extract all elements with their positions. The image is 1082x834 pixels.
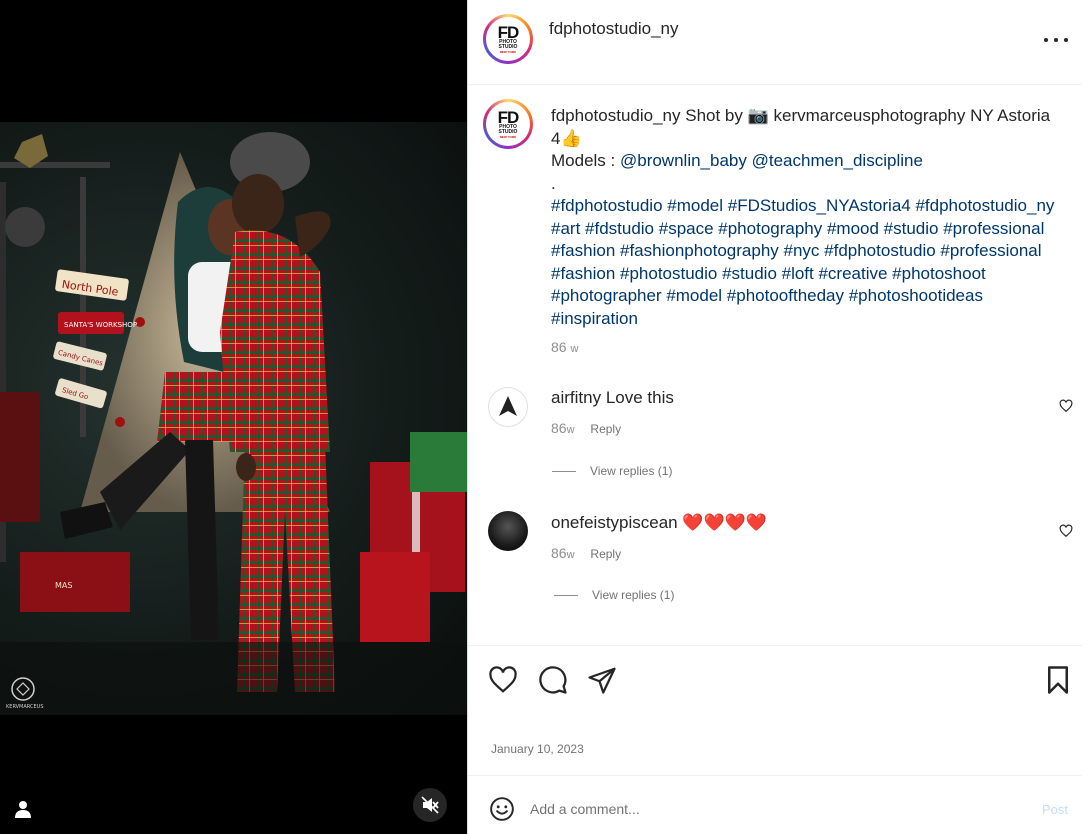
reply-button[interactable]: Reply <box>590 422 621 436</box>
add-comment-bar: Post <box>468 775 1082 834</box>
models-label: Models : <box>551 151 616 170</box>
comment-bubble-icon[interactable] <box>538 665 568 695</box>
comments-list[interactable]: FD PHOTO STUDIO NEW YORK fdphotostudio_n… <box>468 86 1082 644</box>
comment-text: airfitny Love this <box>551 387 674 409</box>
caption-shot-by: Shot by <box>685 106 743 125</box>
comment-body: ❤️❤️❤️❤️ <box>682 513 768 532</box>
photo-watermark: KERVMARCEUS <box>6 704 44 710</box>
view-replies-button[interactable]: View replies (1) <box>552 464 672 478</box>
bookmark-icon[interactable] <box>1043 665 1073 695</box>
more-dot-icon <box>1054 38 1058 42</box>
photo-illustration: North Pole SANTA'S WORKSHOP Candy Canes … <box>0 132 467 715</box>
comment-time-num: 86 <box>551 420 567 436</box>
paper-plane-icon[interactable] <box>587 665 617 695</box>
post-modal: North Pole SANTA'S WORKSHOP Candy Canes … <box>0 0 1082 834</box>
author-avatar[interactable]: FD PHOTO STUDIO NEW YORK <box>483 14 533 64</box>
comment-like-heart-icon[interactable] <box>1059 524 1073 538</box>
more-dot-icon <box>1044 38 1048 42</box>
comment-username[interactable]: onefeistypiscean <box>551 513 678 532</box>
speaker-muted-icon <box>421 796 439 814</box>
tagged-users-icon[interactable] <box>12 798 34 820</box>
post-actions: January 10, 2023 <box>468 645 1082 775</box>
audio-muted-button[interactable] <box>413 788 447 822</box>
view-replies-button[interactable]: View replies (1) <box>554 588 674 602</box>
emoji-icon[interactable] <box>489 796 515 822</box>
logo-main: FD <box>497 107 520 127</box>
more-options-button[interactable] <box>1044 30 1068 50</box>
model-tag-1[interactable]: @brownlin_baby <box>620 151 747 170</box>
thumbs-up-emoji: 👍 <box>560 128 582 148</box>
more-dot-icon <box>1064 38 1068 42</box>
commenter-avatar[interactable] <box>488 387 528 427</box>
sign-workshop: SANTA'S WORKSHOP <box>64 321 137 329</box>
caption-timestamp: 86 w <box>551 339 578 355</box>
commenter-avatar[interactable] <box>488 511 528 551</box>
caption-author-avatar[interactable]: FD PHOTO STUDIO NEW YORK <box>483 99 533 149</box>
caption-hashtags[interactable]: #fdphotostudio #model #FDStudios_NYAstor… <box>551 196 1054 328</box>
comment-input[interactable] <box>530 798 1010 820</box>
caption-time-num: 86 <box>551 339 567 355</box>
comment-body: Love this <box>605 388 674 407</box>
comment-meta: 86w Reply <box>551 545 621 561</box>
comment-time-unit: w <box>566 549 575 561</box>
post-date: January 10, 2023 <box>491 742 584 756</box>
camera-emoji: 📷 <box>747 106 769 125</box>
model-tag-2[interactable]: @teachmen_discipline <box>752 151 923 170</box>
post-header: FD PHOTO STUDIO NEW YORK fdphotostudio_n… <box>468 0 1082 85</box>
logo-line3: NEW YORK <box>499 134 517 139</box>
comment-meta: 86w Reply <box>551 420 621 436</box>
heart-icon[interactable] <box>488 665 518 695</box>
media-pane: North Pole SANTA'S WORKSHOP Candy Canes … <box>0 0 467 834</box>
airfit-logo-icon <box>499 396 517 416</box>
logo-main: FD <box>497 22 520 42</box>
logo-line3: NEW YORK <box>499 49 517 54</box>
author-username[interactable]: fdphotostudio_ny <box>549 19 679 39</box>
comment-time-num: 86 <box>551 545 567 561</box>
caption-time-unit: w <box>570 343 579 355</box>
caption-dot: . <box>551 173 556 193</box>
comment-text: onefeistypiscean ❤️❤️❤️❤️ <box>551 512 767 534</box>
sign-xmas: MAS <box>55 581 72 590</box>
comment-username[interactable]: airfitny <box>551 388 601 407</box>
post-comment-button[interactable]: Post <box>1042 802 1068 817</box>
reply-button[interactable]: Reply <box>590 547 621 561</box>
comment-time-unit: w <box>566 424 575 436</box>
caption-text: fdphotostudio_ny Shot by 📷 kervmarceusph… <box>551 105 1056 330</box>
post-photo[interactable]: North Pole SANTA'S WORKSHOP Candy Canes … <box>0 122 467 715</box>
comment-like-heart-icon[interactable] <box>1059 399 1073 413</box>
post-details-pane: FD PHOTO STUDIO NEW YORK fdphotostudio_n… <box>467 0 1082 834</box>
caption-username[interactable]: fdphotostudio_ny <box>551 106 681 125</box>
